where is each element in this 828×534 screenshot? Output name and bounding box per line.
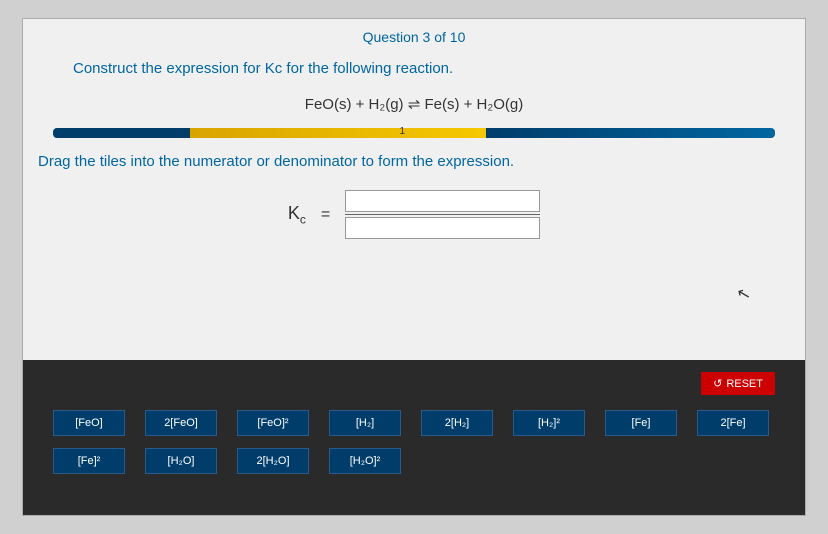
progress-bar[interactable]: 1 bbox=[53, 128, 775, 138]
tile-fe-sq[interactable]: [Fe]² bbox=[53, 448, 125, 474]
reaction-equation: FeO(s) + H₂(g) ⇌ Fe(s) + H₂O(g) bbox=[23, 87, 805, 128]
cursor-icon: ↖ bbox=[734, 283, 752, 306]
equals-sign: = bbox=[321, 206, 330, 224]
tiles-row-1: [FeO] 2[FeO] [FeO]² [H₂] 2[H₂] [H₂]² [Fe… bbox=[53, 410, 775, 436]
instruction-text: Construct the expression for Kc for the … bbox=[23, 60, 805, 87]
drag-instruction: Drag the tiles into the numerator or den… bbox=[23, 153, 805, 185]
tile-feo[interactable]: [FeO] bbox=[53, 410, 125, 436]
reset-label: RESET bbox=[726, 378, 763, 390]
tile-h2[interactable]: [H₂] bbox=[329, 410, 401, 436]
reset-icon: ↺ bbox=[713, 377, 722, 390]
tile-h2-sq[interactable]: [H₂]² bbox=[513, 410, 585, 436]
fraction-line bbox=[345, 214, 540, 215]
tile-fe[interactable]: [Fe] bbox=[605, 410, 677, 436]
fraction-container bbox=[345, 190, 540, 239]
tile-feo-sq[interactable]: [FeO]² bbox=[237, 410, 309, 436]
reset-button[interactable]: ↺ RESET bbox=[701, 372, 775, 395]
tile-2fe[interactable]: 2[Fe] bbox=[697, 410, 769, 436]
kc-expression-area: Kc = bbox=[23, 185, 805, 264]
tiles-row-2: [Fe]² [H₂O] 2[H₂O] [H₂O]² bbox=[53, 448, 775, 474]
denominator-dropzone[interactable] bbox=[345, 217, 540, 239]
app-container: Question 3 of 10 Construct the expressio… bbox=[22, 18, 806, 516]
tiles-section: ↺ RESET [FeO] 2[FeO] [FeO]² [H₂] 2[H₂] [… bbox=[23, 360, 805, 515]
tile-2h2[interactable]: 2[H₂] bbox=[421, 410, 493, 436]
tile-h2o-sq[interactable]: [H₂O]² bbox=[329, 448, 401, 474]
kc-label: Kc bbox=[288, 203, 306, 227]
question-counter: Question 3 of 10 bbox=[23, 19, 805, 60]
progress-step-label: 1 bbox=[400, 126, 406, 137]
progress-container: 1 bbox=[23, 128, 805, 138]
tile-h2o[interactable]: [H₂O] bbox=[145, 448, 217, 474]
tile-2feo[interactable]: 2[FeO] bbox=[145, 410, 217, 436]
tile-2h2o[interactable]: 2[H₂O] bbox=[237, 448, 309, 474]
numerator-dropzone[interactable] bbox=[345, 190, 540, 212]
